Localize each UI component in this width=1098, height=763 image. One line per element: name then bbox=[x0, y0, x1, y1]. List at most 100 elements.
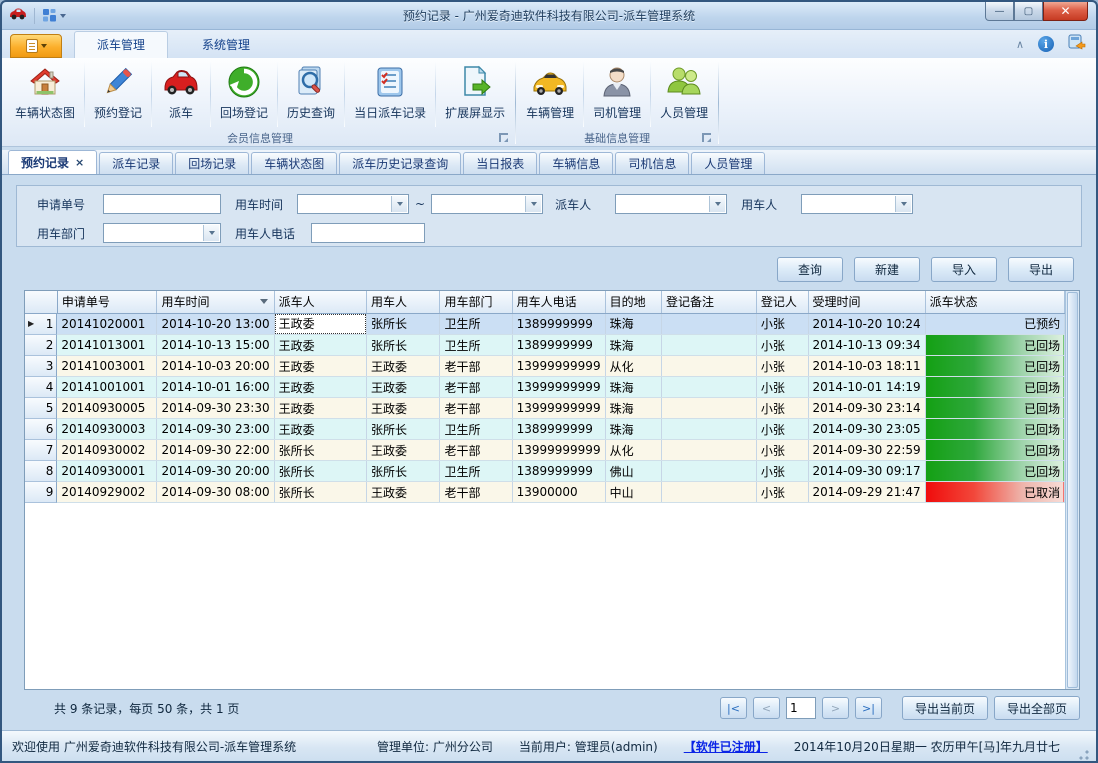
help-home-icon[interactable] bbox=[1068, 34, 1086, 54]
last-page-button[interactable]: >| bbox=[855, 697, 882, 719]
cell-destination[interactable]: 珠海 bbox=[605, 377, 661, 398]
cell-accept-time[interactable]: 2014-10-13 09:34 bbox=[808, 335, 925, 356]
first-page-button[interactable]: |< bbox=[720, 697, 747, 719]
cell-use-time[interactable]: 2014-09-30 23:30 bbox=[157, 398, 274, 419]
export-current-page-button[interactable]: 导出当前页 bbox=[902, 696, 988, 720]
dispatcher-combo[interactable] bbox=[615, 194, 727, 214]
cell-user[interactable]: 王政委 bbox=[367, 377, 440, 398]
cell-order-no[interactable]: 20140930001 bbox=[57, 461, 157, 482]
cell-order-no[interactable]: 20141003001 bbox=[57, 356, 157, 377]
cell-dispatcher[interactable]: 王政委 bbox=[274, 356, 366, 377]
cell-user[interactable]: 张所长 bbox=[367, 461, 440, 482]
cell-order-no[interactable]: 20140930002 bbox=[57, 440, 157, 461]
tab-vehicle-info[interactable]: 车辆信息 bbox=[539, 152, 613, 174]
cell-dispatcher[interactable]: 王政委 bbox=[274, 335, 366, 356]
cell-dispatcher[interactable]: 王政委 bbox=[274, 313, 366, 335]
cell-registrar[interactable]: 小张 bbox=[756, 377, 808, 398]
user-combo[interactable] bbox=[801, 194, 913, 214]
header-user[interactable]: 用车人 bbox=[367, 291, 440, 313]
query-button[interactable]: 查询 bbox=[777, 257, 843, 282]
scrollbar-thumb[interactable] bbox=[1067, 292, 1078, 688]
cell-destination[interactable]: 从化 bbox=[605, 440, 661, 461]
cell-remark[interactable] bbox=[661, 356, 756, 377]
cell-order-no[interactable]: 20141001001 bbox=[57, 377, 157, 398]
cell-accept-time[interactable]: 2014-10-03 18:11 bbox=[808, 356, 925, 377]
cell-department[interactable]: 卫生所 bbox=[440, 335, 512, 356]
cell-user[interactable]: 张所长 bbox=[367, 313, 440, 335]
collapse-ribbon-icon[interactable]: ∧ bbox=[1016, 38, 1024, 51]
order-no-input[interactable] bbox=[103, 194, 221, 214]
cell-status[interactable]: 已回场 bbox=[925, 377, 1065, 398]
table-row[interactable]: 7201409300022014-09-30 22:00张所长王政委老干部139… bbox=[25, 440, 1065, 461]
row-indicator[interactable]: 4 bbox=[25, 377, 57, 398]
import-button[interactable]: 导入 bbox=[931, 257, 997, 282]
cell-use-time[interactable]: 2014-10-13 15:00 bbox=[157, 335, 274, 356]
header-remark[interactable]: 登记备注 bbox=[661, 291, 756, 313]
table-row[interactable]: 8201409300012014-09-30 20:00张所长张所长卫生所138… bbox=[25, 461, 1065, 482]
cell-remark[interactable] bbox=[661, 377, 756, 398]
history-query-button[interactable]: 历史查询 bbox=[278, 60, 344, 123]
tab-dispatch-history-query[interactable]: 派车历史记录查询 bbox=[339, 152, 461, 174]
cell-use-time[interactable]: 2014-10-03 20:00 bbox=[157, 356, 274, 377]
cell-status[interactable]: 已回场 bbox=[925, 461, 1065, 482]
cell-accept-time[interactable]: 2014-09-30 22:59 bbox=[808, 440, 925, 461]
row-indicator[interactable]: 2 bbox=[25, 335, 57, 356]
minimize-button[interactable]: — bbox=[985, 2, 1014, 21]
cell-remark[interactable] bbox=[661, 398, 756, 419]
row-indicator[interactable]: 9 bbox=[25, 482, 57, 503]
cell-phone[interactable]: 13999999999 bbox=[512, 440, 605, 461]
reservation-register-button[interactable]: 预约登记 bbox=[85, 60, 151, 123]
cell-use-time[interactable]: 2014-09-30 22:00 bbox=[157, 440, 274, 461]
use-time-from-combo[interactable] bbox=[297, 194, 409, 214]
close-button[interactable]: ✕ bbox=[1043, 2, 1088, 21]
chevron-down-icon[interactable] bbox=[203, 225, 219, 241]
cell-department[interactable]: 老干部 bbox=[440, 377, 512, 398]
table-row[interactable]: 6201409300032014-09-30 23:00王政委张所长卫生所138… bbox=[25, 419, 1065, 440]
cell-phone[interactable]: 13999999999 bbox=[512, 356, 605, 377]
new-button[interactable]: 新建 bbox=[854, 257, 920, 282]
header-accept-time[interactable]: 受理时间 bbox=[808, 291, 925, 313]
tab-dispatch-records[interactable]: 派车记录 bbox=[99, 152, 173, 174]
table-row[interactable]: 3201410030012014-10-03 20:00王政委王政委老干部139… bbox=[25, 356, 1065, 377]
cell-registrar[interactable]: 小张 bbox=[756, 398, 808, 419]
cell-remark[interactable] bbox=[661, 313, 756, 335]
cell-order-no[interactable]: 20141020001 bbox=[57, 313, 157, 335]
export-all-pages-button[interactable]: 导出全部页 bbox=[994, 696, 1080, 720]
cell-phone[interactable]: 1389999999 bbox=[512, 313, 605, 335]
header-destination[interactable]: 目的地 bbox=[605, 291, 661, 313]
quick-access-toolbar-icon[interactable] bbox=[42, 8, 66, 23]
chevron-down-icon[interactable] bbox=[525, 196, 541, 212]
app-menu-button[interactable] bbox=[10, 34, 62, 58]
cell-accept-time[interactable]: 2014-09-30 23:05 bbox=[808, 419, 925, 440]
cell-dispatcher[interactable]: 王政委 bbox=[274, 419, 366, 440]
chevron-down-icon[interactable] bbox=[709, 196, 725, 212]
vertical-scrollbar[interactable] bbox=[1065, 291, 1079, 689]
chevron-down-icon[interactable] bbox=[391, 196, 407, 212]
cell-status[interactable]: 已回场 bbox=[925, 440, 1065, 461]
cell-destination[interactable]: 从化 bbox=[605, 356, 661, 377]
header-phone[interactable]: 用车人电话 bbox=[512, 291, 605, 313]
cell-user[interactable]: 王政委 bbox=[367, 482, 440, 503]
license-registered-link[interactable]: 【软件已注册】 bbox=[684, 738, 768, 755]
table-row[interactable]: 2201410130012014-10-13 15:00王政委张所长卫生所138… bbox=[25, 335, 1065, 356]
cell-dispatcher[interactable]: 张所长 bbox=[274, 461, 366, 482]
personnel-manage-button[interactable]: 人员管理 bbox=[651, 60, 717, 123]
cell-destination[interactable]: 佛山 bbox=[605, 461, 661, 482]
dialog-launcher-icon[interactable] bbox=[499, 133, 508, 142]
prev-page-button[interactable]: < bbox=[753, 697, 780, 719]
cell-status[interactable]: 已回场 bbox=[925, 398, 1065, 419]
cell-user[interactable]: 王政委 bbox=[367, 356, 440, 377]
cell-use-time[interactable]: 2014-09-30 23:00 bbox=[157, 419, 274, 440]
cell-registrar[interactable]: 小张 bbox=[756, 482, 808, 503]
cell-registrar[interactable]: 小张 bbox=[756, 440, 808, 461]
return-register-button[interactable]: 回场登记 bbox=[211, 60, 277, 123]
use-time-to-combo[interactable] bbox=[431, 194, 543, 214]
row-indicator[interactable]: 5 bbox=[25, 398, 57, 419]
phone-input[interactable] bbox=[311, 223, 425, 243]
cell-dispatcher[interactable]: 张所长 bbox=[274, 482, 366, 503]
cell-use-time[interactable]: 2014-10-01 16:00 bbox=[157, 377, 274, 398]
dialog-launcher-icon[interactable] bbox=[702, 133, 711, 142]
header-order-no[interactable]: 申请单号 bbox=[57, 291, 157, 313]
tab-driver-info[interactable]: 司机信息 bbox=[615, 152, 689, 174]
cell-dispatcher[interactable]: 王政委 bbox=[274, 377, 366, 398]
